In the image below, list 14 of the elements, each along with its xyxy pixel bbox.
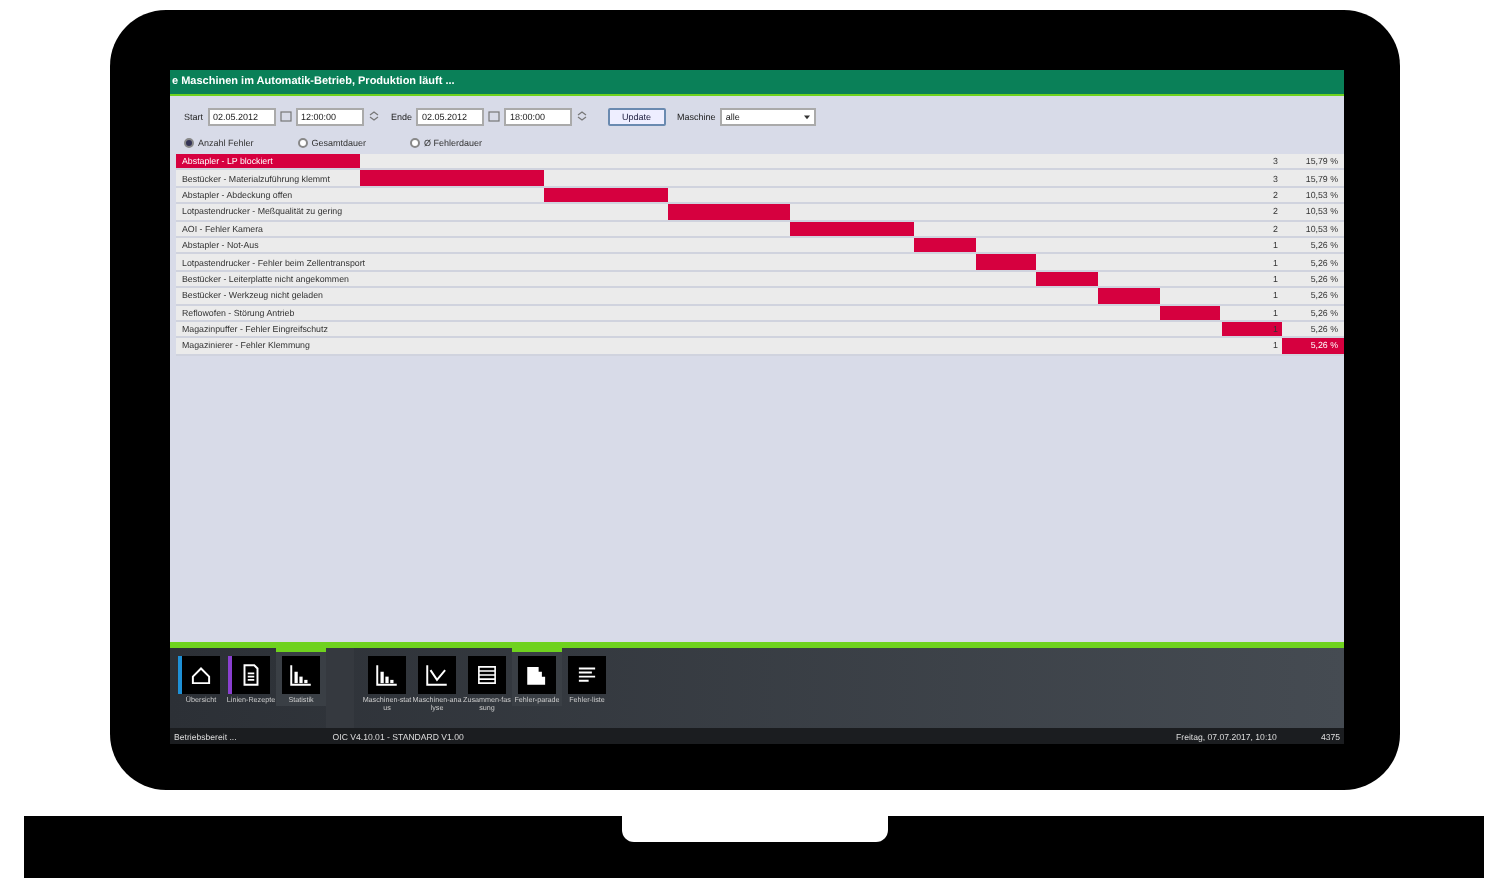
list-icon (574, 662, 600, 688)
spinner-icon[interactable] (367, 110, 380, 122)
calendar-icon[interactable] (279, 110, 292, 122)
bar-chart-icon (288, 662, 314, 688)
home-icon (188, 662, 214, 688)
document-icon (238, 662, 264, 688)
line-chart-icon (424, 662, 450, 688)
calendar-icon[interactable] (488, 110, 501, 122)
caret-icon (803, 113, 810, 119)
spinner-icon[interactable] (576, 110, 589, 122)
table-icon (474, 662, 500, 688)
pareto-icon (524, 662, 550, 688)
toolbar-separator (326, 648, 354, 728)
bar-chart-icon (374, 662, 400, 688)
